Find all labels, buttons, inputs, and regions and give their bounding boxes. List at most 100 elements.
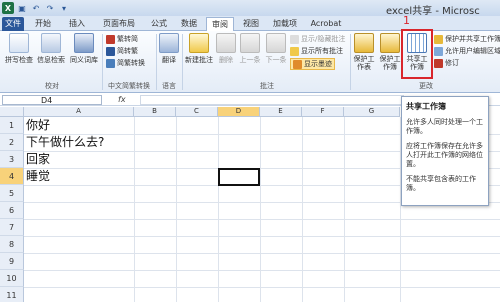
column-header-a[interactable]: A [24, 107, 134, 117]
protect-share-button[interactable]: 保护并共享工作簿 [434, 34, 500, 44]
grid-line [218, 117, 219, 302]
row-header-8[interactable]: 8 [0, 236, 24, 253]
annotation-highlight-box [401, 29, 433, 79]
cell-a2[interactable]: 下午做什么去? [26, 134, 104, 151]
convert-icon [106, 58, 115, 68]
t2s-button[interactable]: 繁转简 [106, 34, 138, 44]
column-header-d[interactable]: D [218, 107, 260, 117]
column-header-b[interactable]: B [134, 107, 176, 117]
research-button[interactable]: 信息检索 [36, 33, 66, 65]
redo-icon[interactable]: ↷ [44, 2, 56, 14]
cell-a4[interactable]: 睡觉 [26, 168, 50, 185]
select-all-corner[interactable] [0, 107, 24, 117]
group-label-language: 语言 [162, 82, 176, 90]
tab-page-layout[interactable]: 页面布局 [96, 17, 142, 31]
protect-sheet-icon [354, 33, 374, 53]
row-header-1[interactable]: 1 [0, 117, 24, 134]
undo-icon[interactable]: ↶ [30, 2, 42, 14]
share-workbook-tooltip: 共享工作簿 允许多人同时处理一个工作簿。 应将工作簿保存在允许多人打开此工作簿的… [401, 96, 489, 206]
next-comment-button[interactable]: 下一条 [264, 33, 288, 65]
convert-button[interactable]: 简繁转换 [106, 58, 145, 68]
group-label-proofing: 校对 [45, 82, 59, 90]
grid-line [302, 117, 303, 302]
group-divider [182, 34, 183, 90]
row-header-5[interactable]: 5 [0, 185, 24, 202]
tab-data[interactable]: 数据 [176, 17, 202, 31]
protect-workbook-button[interactable]: 保护工作簿 [378, 33, 402, 71]
prev-comment-icon [240, 33, 260, 53]
tooltip-title: 共享工作簿 [406, 102, 446, 111]
fx-icon[interactable]: fx [118, 95, 126, 104]
tab-acrobat[interactable]: Acrobat [306, 17, 346, 31]
quick-access-toolbar: X ▣ ↶ ↷ ▾ [2, 2, 70, 14]
allow-edit-ranges-button[interactable]: 允许用户编辑区域 [434, 46, 500, 56]
tab-addins[interactable]: 加载项 [268, 17, 302, 31]
row-header-10[interactable]: 10 [0, 270, 24, 287]
delete-comment-icon [216, 33, 236, 53]
next-comment-icon [266, 33, 286, 53]
spell-check-button[interactable]: 拼写检查 [4, 33, 34, 65]
show-hide-comment-icon [290, 34, 299, 44]
cell-a3[interactable]: 回家 [26, 151, 50, 168]
show-ink-button[interactable]: 显示墨迹 [290, 58, 335, 70]
tab-file[interactable]: 文件 [2, 17, 24, 31]
track-changes-icon [434, 58, 443, 68]
group-label-comments: 批注 [260, 82, 274, 90]
cell-a1[interactable]: 你好 [26, 117, 50, 134]
spell-check-icon [9, 33, 29, 53]
row-header-7[interactable]: 7 [0, 219, 24, 236]
column-header-g[interactable]: G [344, 107, 400, 117]
new-comment-icon [189, 33, 209, 53]
tab-home[interactable]: 开始 [28, 17, 58, 31]
tooltip-text: 应将工作簿保存在允许多人打开此工作簿的网络位置。 [406, 142, 483, 168]
row-header-11[interactable]: 11 [0, 287, 24, 302]
show-all-comments-button[interactable]: 显示所有批注 [290, 46, 343, 56]
customize-dropdown-icon[interactable]: ▾ [58, 2, 70, 14]
grid-line [260, 117, 261, 302]
thesaurus-icon [74, 33, 94, 53]
tab-formulas[interactable]: 公式 [146, 17, 172, 31]
protect-share-icon [434, 34, 443, 44]
s2t-button[interactable]: 简转繁 [106, 46, 138, 56]
window-title: excel共享 - Microsc [386, 6, 480, 17]
thesaurus-button[interactable]: 同义词库 [68, 33, 100, 65]
research-icon [41, 33, 61, 53]
row-header-4[interactable]: 4 [0, 168, 24, 185]
group-label-changes: 更改 [419, 82, 433, 90]
column-header-f[interactable]: F [302, 107, 344, 117]
row-header-9[interactable]: 9 [0, 253, 24, 270]
s2t-icon [106, 46, 115, 56]
selected-cell-d4[interactable] [218, 168, 260, 186]
grid-line [24, 253, 500, 254]
row-header-2[interactable]: 2 [0, 134, 24, 151]
name-box[interactable]: D4 [2, 95, 102, 105]
new-comment-button[interactable]: 新建批注 [184, 33, 214, 65]
track-changes-button[interactable]: 修订 [434, 58, 459, 68]
protect-sheet-button[interactable]: 保护工作表 [352, 33, 376, 71]
grid-line [24, 270, 500, 271]
delete-comment-button[interactable]: 删除 [216, 33, 236, 65]
tab-insert[interactable]: 插入 [62, 17, 92, 31]
tooltip-text: 不能共享包含表的工作簿。 [406, 175, 476, 192]
prev-comment-button[interactable]: 上一条 [238, 33, 262, 65]
tooltip-text: 允许多人同时处理一个工作簿。 [406, 118, 483, 135]
show-ink-icon [293, 59, 302, 69]
tab-review[interactable]: 审阅 [206, 17, 234, 32]
grid-line [24, 287, 500, 288]
column-header-c[interactable]: C [176, 107, 218, 117]
row-header-6[interactable]: 6 [0, 202, 24, 219]
translate-button[interactable]: 翻译 [158, 33, 180, 65]
t2s-icon [106, 34, 115, 44]
tab-view[interactable]: 视图 [238, 17, 264, 31]
formula-input[interactable] [140, 95, 404, 105]
grid-line [176, 117, 177, 302]
annotation-number: 1 [403, 14, 410, 27]
save-icon[interactable]: ▣ [16, 2, 28, 14]
grid-line [24, 219, 500, 220]
show-hide-comment-button[interactable]: 显示/隐藏批注 [290, 34, 345, 44]
excel-logo-icon[interactable]: X [2, 2, 14, 14]
row-header-3[interactable]: 3 [0, 151, 24, 168]
group-divider [350, 34, 351, 90]
grid-line [134, 117, 135, 302]
column-header-e[interactable]: E [260, 107, 302, 117]
